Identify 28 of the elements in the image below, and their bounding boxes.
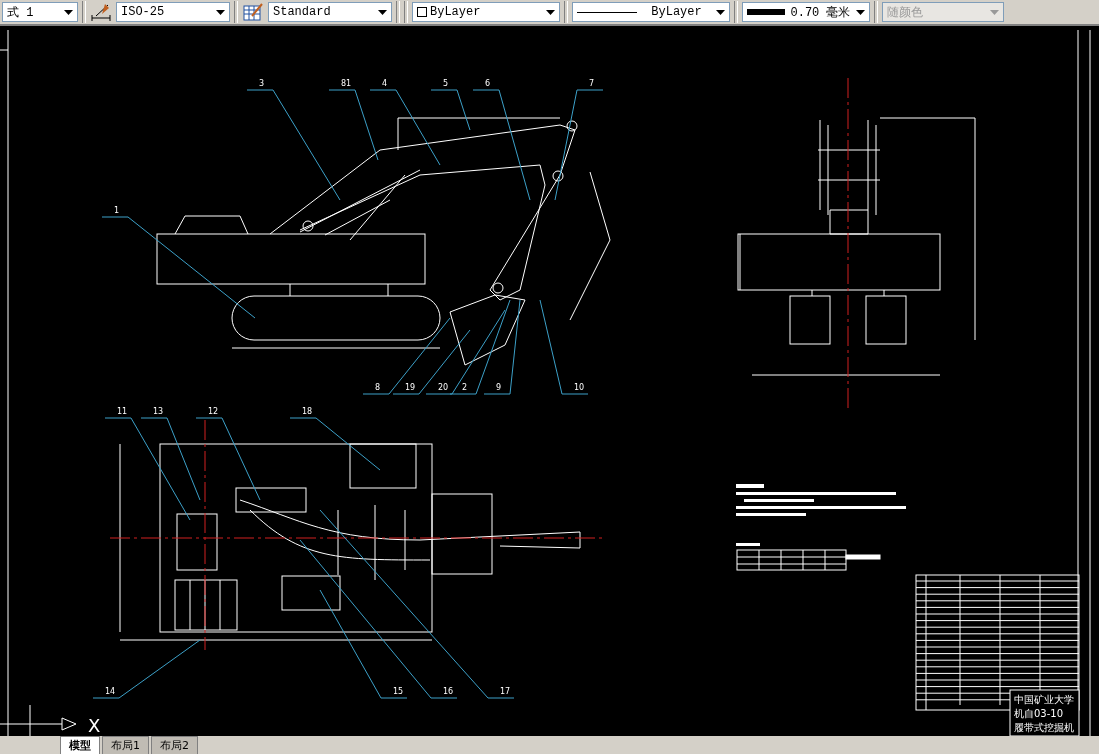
part-number-label: 19 (405, 383, 416, 392)
part-number-label: 8 (375, 383, 381, 392)
linetype-label: ByLayer (651, 5, 702, 19)
part-number-label: 20 (438, 383, 449, 392)
part-number-label: 16 (443, 687, 454, 696)
part-number-label: 14 (105, 687, 116, 696)
part-number-label: 4 (382, 79, 388, 88)
part-number-label: 6 (485, 79, 491, 88)
part-number-label: 15 (393, 687, 404, 696)
title-block-text: 履带式挖掘机 (1014, 722, 1074, 733)
part-number-label: 9 (496, 383, 502, 392)
part-number-label: 2 (462, 383, 468, 392)
part-number-label: 11 (117, 407, 128, 416)
part-number-label: 5 (443, 79, 449, 88)
part-number-label: 3 (259, 79, 265, 88)
part-number-label: 18 (302, 407, 313, 416)
title-block-text: 中国矿业大学 (1014, 694, 1074, 705)
title-block-text: 机自03-10 (1014, 708, 1064, 719)
part-number-label: 10 (574, 383, 585, 392)
part-number-label: 81 (341, 79, 352, 88)
part-number-label: 12 (208, 407, 219, 416)
part-number-label: 1 (114, 206, 120, 215)
part-number-label: 13 (153, 407, 164, 416)
color-label: ByLayer (430, 5, 481, 19)
part-number-label: 7 (589, 79, 595, 88)
axis-label: X (88, 715, 101, 736)
part-number-label: 17 (500, 687, 511, 696)
lineweight-label: 0.70 毫米 (790, 4, 851, 21)
